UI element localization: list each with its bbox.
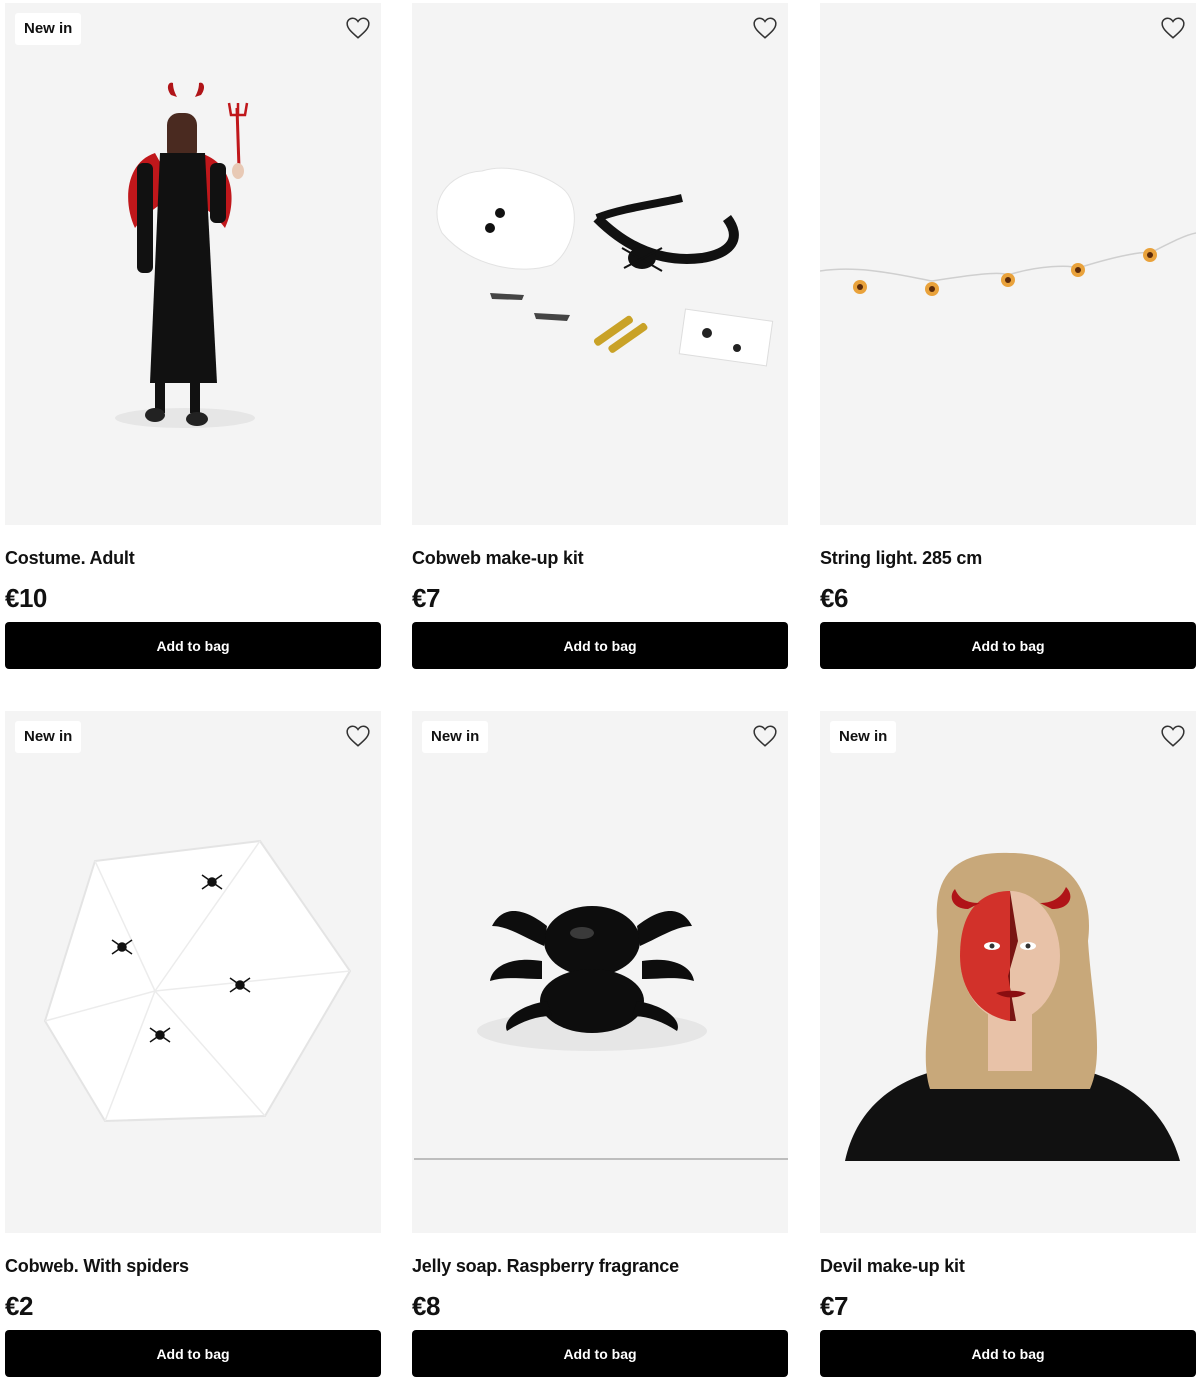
spider-jelly-soap-image: [414, 906, 788, 1160]
cobweb-spiders-image: [43, 839, 352, 1123]
heart-outline-icon[interactable]: [752, 723, 778, 749]
heart-outline-icon[interactable]: [1160, 15, 1186, 41]
product-price: €6: [820, 583, 848, 613]
add-to-bag-button[interactable]: Add to bag: [5, 1330, 381, 1377]
devil-costume-image: [115, 82, 255, 428]
add-to-bag-button[interactable]: Add to bag: [820, 622, 1196, 669]
product-image[interactable]: [820, 3, 1196, 525]
add-to-bag-button[interactable]: Add to bag: [820, 1330, 1196, 1377]
product-title[interactable]: Devil make-up kit: [820, 1256, 965, 1277]
product-title[interactable]: String light. 285 cm: [820, 548, 982, 569]
product-image[interactable]: [820, 711, 1196, 1233]
product-price: €7: [820, 1291, 848, 1321]
new-in-badge: New in: [15, 13, 82, 45]
new-in-badge: New in: [422, 721, 489, 753]
product-price: €2: [5, 1291, 33, 1321]
cobweb-kit-image: [436, 167, 774, 367]
add-to-bag-button[interactable]: Add to bag: [412, 622, 788, 669]
heart-outline-icon[interactable]: [1160, 723, 1186, 749]
add-to-bag-button[interactable]: Add to bag: [412, 1330, 788, 1377]
new-in-badge: New in: [15, 721, 82, 753]
string-light-image: [820, 232, 1196, 296]
product-price: €10: [5, 583, 47, 613]
heart-outline-icon[interactable]: [345, 15, 371, 41]
product-title[interactable]: Cobweb. With spiders: [5, 1256, 189, 1277]
heart-outline-icon[interactable]: [752, 15, 778, 41]
product-price: €8: [412, 1291, 440, 1321]
product-price: €7: [412, 583, 440, 613]
add-to-bag-button[interactable]: Add to bag: [5, 622, 381, 669]
devil-makeup-image: [845, 852, 1180, 1161]
product-title[interactable]: Costume. Adult: [5, 548, 135, 569]
product-image[interactable]: [5, 3, 381, 525]
new-in-badge: New in: [830, 721, 897, 753]
product-image[interactable]: [412, 711, 788, 1233]
product-title[interactable]: Jelly soap. Raspberry fragrance: [412, 1256, 679, 1277]
product-title[interactable]: Cobweb make-up kit: [412, 548, 584, 569]
heart-outline-icon[interactable]: [345, 723, 371, 749]
product-image[interactable]: [412, 3, 788, 525]
product-image[interactable]: [5, 711, 381, 1233]
